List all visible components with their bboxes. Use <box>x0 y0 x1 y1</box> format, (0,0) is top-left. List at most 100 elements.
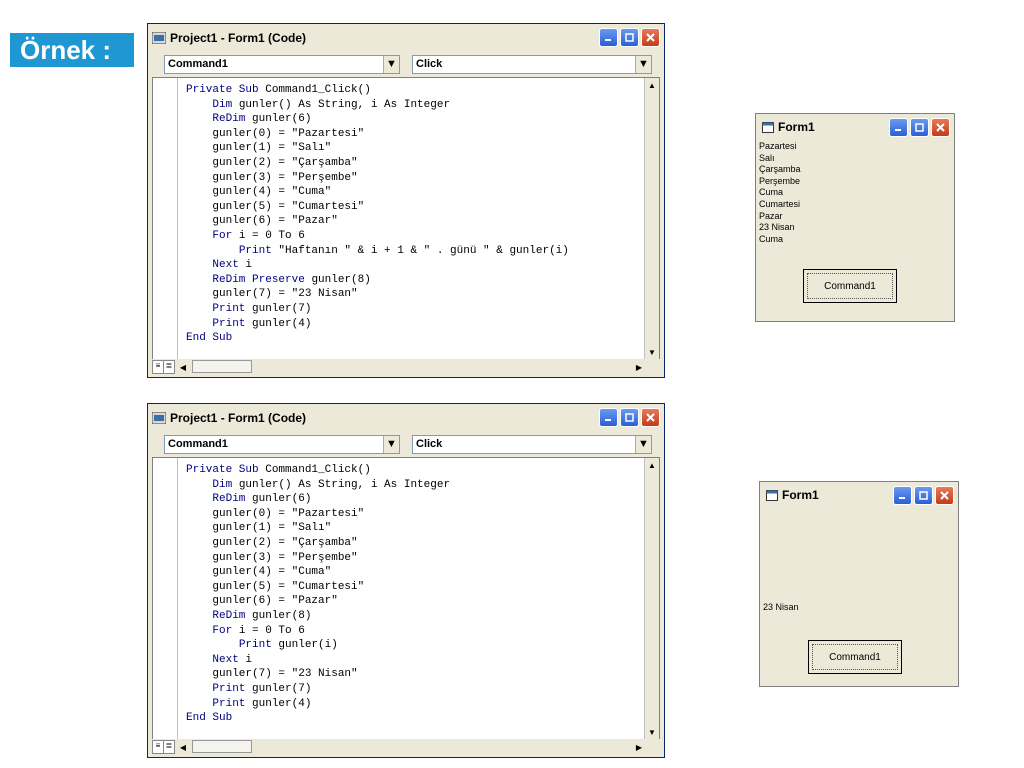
full-module-view-button[interactable]: ≣ <box>163 740 175 754</box>
object-combo[interactable]: Command1 ▼ <box>164 435 400 454</box>
focus-rectangle <box>807 273 893 299</box>
code-line: gunler(6) = "Pazar" <box>186 594 450 609</box>
code-line: gunler(5) = "Cumartesi" <box>186 200 569 215</box>
title-bar: Project1 - Form1 (Code) <box>148 24 664 51</box>
scroll-left-icon[interactable]: ◀ <box>176 740 190 754</box>
output-line: Çarşamba <box>759 164 801 175</box>
form-window: Form1 23 Nisan Command1 <box>759 481 959 687</box>
code-text-span: gunler(6) = "Pazar" <box>212 595 338 608</box>
close-icon <box>936 123 945 132</box>
vb-app-icon <box>152 411 166 424</box>
close-button[interactable] <box>641 408 660 427</box>
chevron-down-icon[interactable]: ▼ <box>383 56 399 73</box>
minimize-button[interactable] <box>889 118 908 137</box>
scroll-right-icon[interactable]: ▶ <box>632 740 646 754</box>
code-text-span: gunler(3) = "Perşembe" <box>212 551 358 564</box>
title-bar: Project1 - Form1 (Code) <box>148 404 664 431</box>
code-keyword: For <box>212 229 239 242</box>
scroll-down-icon[interactable]: ▼ <box>645 345 659 359</box>
code-line: gunler(5) = "Cumartesi" <box>186 580 450 595</box>
code-text[interactable]: Private Sub Command1_Click() Dim gunler(… <box>186 463 450 726</box>
form-client-area: 23 Nisan Command1 <box>763 509 955 683</box>
code-text-span: gunler(8) <box>311 273 371 286</box>
maximize-button[interactable] <box>620 28 639 47</box>
code-keyword: Print <box>212 302 253 315</box>
code-line: gunler(7) = "23 Nisan" <box>186 287 569 302</box>
form-title: Form1 <box>778 120 815 134</box>
minimize-button[interactable] <box>893 486 912 505</box>
object-combo[interactable]: Command1 ▼ <box>164 55 400 74</box>
code-line: Next i <box>186 258 569 273</box>
scroll-down-icon[interactable]: ▼ <box>645 725 659 739</box>
code-keyword: Print <box>212 682 253 695</box>
scroll-up-icon[interactable]: ▲ <box>645 458 659 472</box>
code-keyword: Print <box>212 317 253 330</box>
scroll-right-icon[interactable]: ▶ <box>632 360 646 374</box>
close-button[interactable] <box>931 118 950 137</box>
code-window: Project1 - Form1 (Code) Command1 ▼ Click… <box>147 403 665 758</box>
vertical-scrollbar[interactable]: ▲ ▼ <box>644 458 659 739</box>
chevron-down-icon[interactable]: ▼ <box>383 436 399 453</box>
procedure-combo[interactable]: Click ▼ <box>412 55 652 74</box>
code-text-span: gunler(4) <box>252 317 312 330</box>
code-keyword: Dim <box>212 98 239 111</box>
code-text-span: "Haftanın " & i + 1 & " . günü " & gunle… <box>278 244 569 257</box>
code-keyword: Private Sub <box>186 84 266 96</box>
scroll-up-icon[interactable]: ▲ <box>645 78 659 92</box>
code-keyword: Print <box>238 244 279 257</box>
code-line: Private Sub Command1_Click() <box>186 83 569 98</box>
code-text-span: gunler(2) = "Çarşamba" <box>212 536 358 549</box>
full-module-view-button[interactable]: ≣ <box>163 360 175 374</box>
code-keyword: End Sub <box>186 712 233 725</box>
procedure-combo[interactable]: Click ▼ <box>412 435 652 454</box>
minimize-button[interactable] <box>599 408 618 427</box>
chevron-down-icon[interactable]: ▼ <box>635 436 651 453</box>
minimize-icon <box>899 497 905 499</box>
code-line: Next i <box>186 653 450 668</box>
code-line: gunler(3) = "Perşembe" <box>186 171 569 186</box>
maximize-button[interactable] <box>910 118 929 137</box>
code-keyword: End Sub <box>186 332 233 345</box>
command1-button[interactable]: Command1 <box>808 640 902 674</box>
code-text[interactable]: Private Sub Command1_Click() Dim gunler(… <box>186 83 569 346</box>
code-editor[interactable]: Private Sub Command1_Click() Dim gunler(… <box>152 457 660 740</box>
code-text-span: gunler(6) <box>252 493 312 506</box>
command1-button[interactable]: Command1 <box>803 269 897 303</box>
close-button[interactable] <box>641 28 660 47</box>
code-line: gunler(0) = "Pazartesi" <box>186 127 569 142</box>
code-line: ReDim gunler(6) <box>186 492 450 507</box>
maximize-icon <box>625 33 634 42</box>
minimize-icon <box>605 419 611 421</box>
code-line: Print gunler(7) <box>186 682 450 697</box>
vertical-scrollbar[interactable]: ▲ ▼ <box>644 78 659 359</box>
minimize-button[interactable] <box>599 28 618 47</box>
code-line: gunler(3) = "Perşembe" <box>186 551 450 566</box>
output-line: Cuma <box>759 187 784 198</box>
scroll-left-icon[interactable]: ◀ <box>176 360 190 374</box>
code-text-span: gunler(i) <box>278 639 338 652</box>
chevron-down-icon[interactable]: ▼ <box>635 56 651 73</box>
code-text-span: gunler(6) = "Pazar" <box>212 215 338 228</box>
horizontal-scrollbar[interactable] <box>192 360 252 373</box>
code-line: Dim gunler() As String, i As Integer <box>186 98 569 113</box>
code-keyword: ReDim <box>212 113 253 126</box>
output-line: 23 Nisan <box>763 601 799 612</box>
form-icon <box>762 121 774 133</box>
margin-indicator-bar <box>153 78 178 359</box>
maximize-button[interactable] <box>914 486 933 505</box>
horizontal-scrollbar[interactable] <box>192 740 252 753</box>
code-keyword: Private Sub <box>186 464 266 476</box>
code-text-span: gunler(1) = "Salı" <box>212 142 332 155</box>
close-button[interactable] <box>935 486 954 505</box>
minimize-icon <box>605 39 611 41</box>
code-text-span: gunler(1) = "Salı" <box>212 522 332 535</box>
maximize-icon <box>915 123 924 132</box>
code-footer: ≡ ≣ ◀ ▶ <box>152 739 660 755</box>
maximize-button[interactable] <box>620 408 639 427</box>
code-editor[interactable]: Private Sub Command1_Click() Dim gunler(… <box>152 77 660 360</box>
